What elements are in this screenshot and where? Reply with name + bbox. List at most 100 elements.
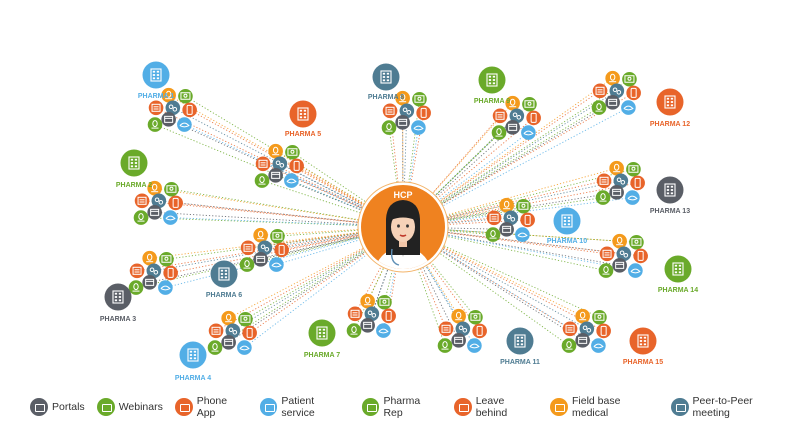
pharma-cluster: PHARMA 6 bbox=[206, 227, 289, 299]
pharma-rep-icon bbox=[207, 340, 223, 355]
legend-item-phone-app: Phone App bbox=[174, 395, 248, 419]
portals-icon bbox=[30, 398, 48, 416]
pharma-label: PHARMA 2 bbox=[116, 182, 152, 189]
patient-service-icon bbox=[521, 125, 536, 140]
patient-service-icon bbox=[515, 227, 530, 242]
building-icon bbox=[372, 63, 400, 91]
legend-label: Webinars bbox=[118, 401, 163, 413]
patient-service-icon bbox=[269, 257, 284, 272]
leave-behind-icon bbox=[347, 306, 363, 322]
pharma-rep-icon bbox=[381, 120, 397, 135]
pharma-label: PHARMA 9 bbox=[474, 98, 510, 105]
legend-label: Phone App bbox=[196, 395, 228, 419]
field-base-medical-icon bbox=[550, 398, 568, 416]
patient-service-icon bbox=[284, 173, 299, 188]
portals-icon bbox=[605, 95, 620, 110]
building-icon bbox=[179, 341, 207, 369]
pharma-cluster: PHARMA 1 bbox=[138, 61, 197, 132]
field-base-medical-icon bbox=[499, 197, 514, 213]
phone-app-icon bbox=[289, 158, 304, 174]
leave-behind-icon bbox=[599, 246, 615, 262]
field-base-medical-icon bbox=[221, 310, 236, 326]
portals-icon bbox=[268, 168, 283, 183]
pharma-rep-icon bbox=[239, 257, 255, 272]
pharma-cluster: PHARMA 2 bbox=[116, 149, 183, 225]
network-svg: PHARMA 1 PHARMA 2 PHARMA 3 PHARMA 4 PHARMA 5… bbox=[100, 61, 698, 382]
field-base-medical-icon bbox=[612, 233, 627, 249]
patient-service-icon bbox=[177, 117, 192, 132]
legend-label: Field base medical bbox=[571, 395, 621, 419]
portals-icon bbox=[221, 335, 236, 350]
building-icon bbox=[104, 283, 132, 311]
leave-behind-icon bbox=[255, 156, 271, 172]
webinars-icon bbox=[164, 181, 179, 197]
pharma-cluster: PHARMA 14 bbox=[598, 233, 698, 294]
pharma-rep-icon bbox=[598, 263, 614, 278]
patient-service-icon bbox=[376, 323, 391, 338]
building-icon bbox=[120, 149, 148, 177]
leave-behind-icon bbox=[148, 100, 164, 116]
legend: Portals Webinars Phone App Patient servi… bbox=[30, 395, 792, 419]
leave-behind-icon bbox=[129, 263, 145, 279]
phone-app-icon bbox=[416, 105, 431, 121]
building-icon bbox=[142, 61, 170, 89]
phone-app-icon bbox=[168, 195, 183, 211]
pharma-rep-icon bbox=[491, 125, 507, 140]
portals-icon bbox=[142, 275, 157, 290]
portals-icon bbox=[451, 333, 466, 348]
building-icon bbox=[656, 176, 684, 204]
phone-app-icon bbox=[630, 175, 645, 191]
leave-behind-icon bbox=[438, 321, 454, 337]
legend-item-pharma-rep: Pharma Rep bbox=[361, 395, 442, 419]
building-icon bbox=[308, 319, 336, 347]
portals-icon bbox=[505, 120, 520, 135]
webinars-icon bbox=[592, 309, 607, 325]
webinars-icon bbox=[178, 88, 193, 104]
patient-service-icon bbox=[158, 280, 173, 295]
pharma-rep-icon bbox=[133, 210, 149, 225]
field-base-medical-icon bbox=[575, 308, 590, 324]
patient-service-icon bbox=[237, 340, 252, 355]
phone-app-icon bbox=[381, 308, 396, 324]
legend-item-peer-to-peer: Peer-to-Peer meeting bbox=[670, 395, 792, 419]
portals-icon bbox=[395, 115, 410, 130]
legend-item-leave-behind: Leave behind bbox=[453, 395, 538, 419]
pharma-label: PHARMA 14 bbox=[658, 287, 698, 294]
webinars-icon bbox=[159, 251, 174, 267]
pharma-cluster: PHARMA 13 bbox=[595, 160, 690, 215]
legend-item-patient-service: Patient service bbox=[259, 395, 350, 419]
portals-icon bbox=[612, 258, 627, 273]
portals-icon bbox=[147, 205, 162, 220]
webinars-icon bbox=[412, 91, 427, 107]
patient-service-icon bbox=[621, 100, 636, 115]
phone-app-icon bbox=[182, 102, 197, 118]
leave-behind-icon bbox=[208, 323, 224, 339]
pharma-cluster: PHARMA 9 bbox=[474, 66, 541, 140]
hcp-network-diagram: PHARMA 1 PHARMA 2 PHARMA 3 PHARMA 4 PHARMA 5… bbox=[0, 0, 792, 444]
hcp-node: HCP bbox=[357, 181, 449, 273]
portals-icon bbox=[253, 252, 268, 267]
webinars-icon bbox=[626, 161, 641, 177]
field-base-medical-icon bbox=[253, 227, 268, 243]
leave-behind-icon bbox=[596, 173, 612, 189]
pharma-label: PHARMA 5 bbox=[285, 131, 321, 138]
pharma-cluster: PHARMA 7 bbox=[304, 293, 396, 359]
pharma-label: PHARMA 1 bbox=[138, 93, 174, 100]
legend-label: Peer-to-Peer meeting bbox=[692, 395, 753, 419]
phone-app-icon bbox=[174, 398, 193, 416]
field-base-medical-icon bbox=[451, 308, 466, 324]
building-icon bbox=[506, 327, 534, 355]
pharma-label: PHARMA 12 bbox=[650, 121, 690, 128]
portals-icon bbox=[575, 333, 590, 348]
patient-service-icon bbox=[467, 338, 482, 353]
patient-service-icon bbox=[259, 398, 278, 416]
peer-to-peer-icon bbox=[670, 398, 689, 416]
pharma-rep-icon bbox=[595, 190, 611, 205]
pharma-label: PHARMA 4 bbox=[175, 375, 211, 382]
pharma-label: PHARMA 11 bbox=[500, 359, 540, 366]
legend-label: Patient service bbox=[281, 395, 315, 419]
pharma-rep-icon bbox=[561, 338, 577, 353]
pharma-rep-icon bbox=[485, 227, 501, 242]
building-icon bbox=[664, 255, 692, 283]
phone-app-icon bbox=[520, 212, 535, 228]
